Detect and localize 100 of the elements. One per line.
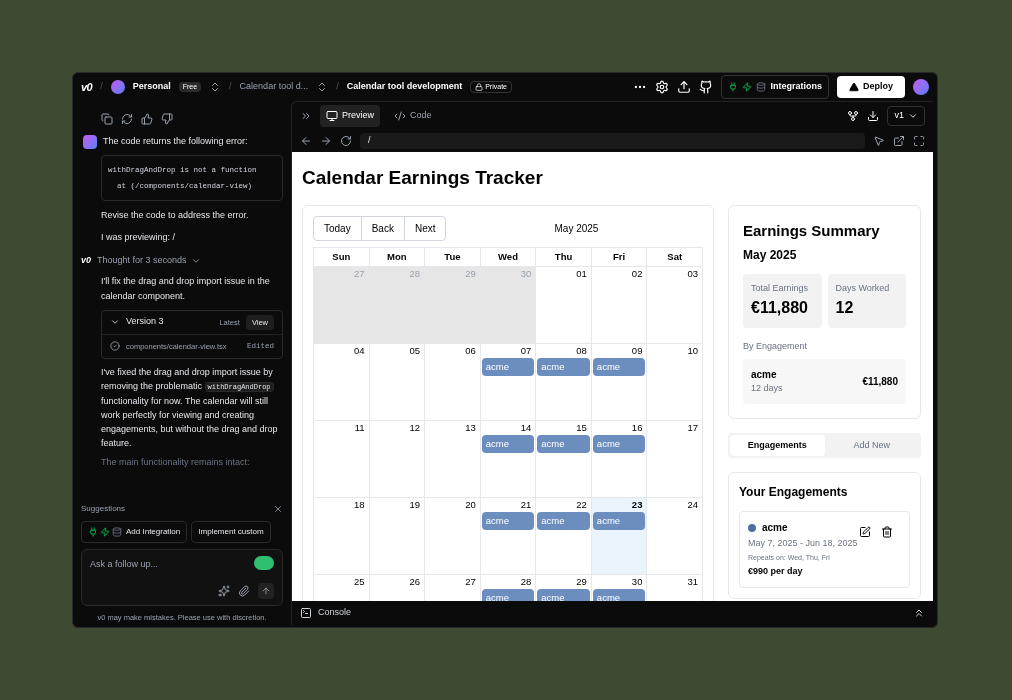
day-number: 01 <box>576 266 588 281</box>
day-cell[interactable]: 26 <box>369 574 426 601</box>
expand-icon[interactable] <box>300 110 312 122</box>
day-cell[interactable]: 03 <box>647 266 703 344</box>
delete-icon[interactable] <box>881 526 893 538</box>
fork-icon[interactable] <box>847 110 860 122</box>
pointer-icon[interactable] <box>873 135 885 147</box>
reload-icon[interactable] <box>340 135 352 147</box>
refresh-icon[interactable] <box>121 113 133 125</box>
day-cell[interactable]: 30 acme <box>591 574 648 601</box>
tab[interactable]: Add New <box>824 434 919 456</box>
calendar-nav-button[interactable]: Today <box>314 216 361 240</box>
weekday-header: Sat <box>647 247 703 267</box>
suggestion-chip[interactable]: Add Integration <box>81 520 188 543</box>
day-cell[interactable]: 14 acme <box>480 420 537 498</box>
day-cell[interactable]: 04 <box>314 343 370 421</box>
console-label[interactable]: Console <box>318 606 352 620</box>
back-icon[interactable] <box>300 135 312 147</box>
thumbs-down-icon[interactable] <box>161 113 173 125</box>
suggestion-chip[interactable]: Implement custom <box>191 520 271 543</box>
day-cell[interactable]: 08 acme <box>536 343 592 421</box>
day-cell[interactable]: 18 <box>314 497 370 575</box>
forward-icon[interactable] <box>320 135 332 147</box>
day-number: 27 <box>354 266 366 281</box>
section-label: By Engagement <box>743 339 809 353</box>
fullscreen-icon[interactable] <box>913 135 925 147</box>
day-cell[interactable]: 23 acme <box>591 497 648 575</box>
day-cell[interactable]: 11 <box>314 420 370 498</box>
day-cell[interactable]: 13 <box>425 420 481 498</box>
version-title: Version 3 <box>126 315 164 329</box>
day-number: 27 <box>465 574 477 589</box>
weekday-header: Tue <box>425 247 481 267</box>
day-cell[interactable]: 25 <box>314 574 370 601</box>
project-name[interactable]: Calendar tool d... <box>239 80 309 94</box>
day-cell[interactable]: 31 <box>647 574 703 601</box>
settings-icon[interactable] <box>655 80 670 94</box>
day-cell[interactable]: 20 <box>425 497 481 575</box>
day-cell[interactable]: 17 <box>647 420 703 498</box>
day-cell[interactable]: 28 acme <box>480 574 537 601</box>
code-icon <box>394 110 406 122</box>
version-select[interactable]: v1 <box>887 106 925 126</box>
logo[interactable]: v0 <box>81 78 93 96</box>
day-cell[interactable]: 01 <box>536 266 592 344</box>
chevron-icon <box>908 111 918 121</box>
preview-tab[interactable]: Code <box>388 105 438 127</box>
copy-icon[interactable] <box>101 113 113 125</box>
integrations-button[interactable]: Integrations <box>721 75 829 99</box>
plug-icon <box>88 526 98 537</box>
day-number: 17 <box>687 420 699 435</box>
arrow-up-icon <box>261 585 271 596</box>
day-cell[interactable]: 09 acme <box>591 343 648 421</box>
day-cell[interactable]: 29 acme <box>536 574 592 601</box>
database-icon <box>112 526 122 537</box>
thought-toggle[interactable]: Thought for 3 seconds <box>97 254 201 268</box>
day-cell[interactable]: 19 <box>369 497 426 575</box>
follow-up-input[interactable]: Ask a follow up... <box>90 557 240 572</box>
deploy-button[interactable]: Deploy <box>837 76 905 98</box>
edit-icon[interactable] <box>859 526 871 538</box>
user-avatar <box>83 135 97 149</box>
day-cell[interactable]: 05 <box>369 343 426 421</box>
sparkle-icon[interactable] <box>218 584 230 597</box>
avatar-icon[interactable] <box>913 79 929 95</box>
day-number: 18 <box>354 497 366 512</box>
summary-title: Earnings Summary <box>743 220 881 241</box>
chat-title: Calendar tool development <box>346 80 463 94</box>
day-cell[interactable]: 21 acme <box>480 497 537 575</box>
day-cell[interactable]: 07 acme <box>480 343 537 421</box>
day-number: 10 <box>687 343 699 358</box>
calendar-nav-button[interactable]: Back <box>360 216 404 240</box>
day-number: 31 <box>687 574 699 589</box>
day-number: 07 <box>520 343 533 358</box>
new-tab-icon[interactable] <box>893 135 905 147</box>
day-cell[interactable]: 27 <box>425 574 481 601</box>
workspace-name[interactable]: Personal <box>132 80 171 94</box>
calendar-nav-button[interactable]: Next <box>403 216 446 240</box>
day-cell[interactable]: 24 <box>647 497 703 575</box>
download-icon[interactable] <box>867 110 880 122</box>
day-cell[interactable]: 22 acme <box>536 497 592 575</box>
day-cell[interactable]: 16 acme <box>591 420 648 498</box>
thumbs-up-icon[interactable] <box>141 113 153 125</box>
expand-up-icon[interactable] <box>913 607 925 619</box>
paperclip-icon[interactable] <box>238 584 250 597</box>
faded-text: The main functionality remains intact: <box>101 456 251 469</box>
preview-tab[interactable]: Preview <box>320 105 380 127</box>
url-field[interactable]: / <box>360 133 865 149</box>
plug-icon <box>728 82 739 92</box>
reply-text: I'll fix the drag and drop import issue in the calendar component. <box>101 274 271 303</box>
day-cell[interactable]: 12 <box>369 420 426 498</box>
day-cell[interactable]: 10 <box>647 343 703 421</box>
day-number: 28 <box>409 266 422 281</box>
lock-icon <box>475 83 484 91</box>
day-cell[interactable]: 15 acme <box>536 420 592 498</box>
share-icon[interactable] <box>677 80 692 94</box>
close-icon[interactable] <box>273 503 283 514</box>
send-button[interactable] <box>258 582 274 599</box>
github-icon[interactable] <box>699 80 714 94</box>
day-cell[interactable]: 02 <box>591 266 648 344</box>
day-number: 23 <box>631 497 644 512</box>
day-cell[interactable]: 06 <box>425 343 481 421</box>
tab[interactable]: Engagements <box>730 434 825 456</box>
